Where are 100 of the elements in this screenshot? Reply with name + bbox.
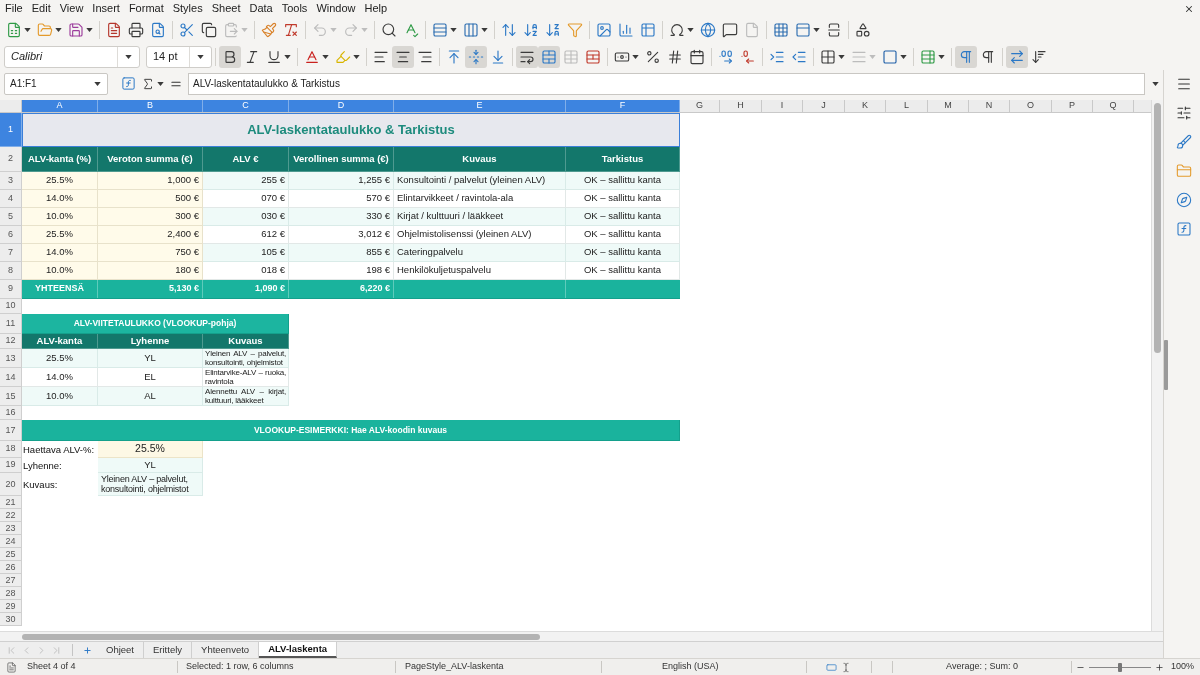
menu-item[interactable]: Insert <box>92 0 120 17</box>
window-icon <box>795 22 811 38</box>
row-number[interactable]: 6 <box>0 226 22 244</box>
clear-formatting-icon <box>283 22 299 38</box>
horizontal-scrollbar[interactable] <box>0 631 1163 641</box>
text-direction-button[interactable] <box>1006 45 1028 68</box>
menu-item[interactable]: Format <box>128 0 164 17</box>
merge-cells-button[interactable] <box>538 45 560 68</box>
row-number[interactable]: 15 <box>0 387 22 407</box>
add-decimal-icon <box>718 48 734 65</box>
scrollbar-thumb[interactable] <box>1154 103 1161 353</box>
row-number[interactable]: 24 <box>0 535 22 549</box>
sheet-tab[interactable]: ALV-laskenta <box>259 642 338 658</box>
table-cell: Alennettu ALV – kirjat, kulttuuri, lääkkeet <box>203 387 289 407</box>
menu-item[interactable]: Sheet <box>211 0 241 17</box>
menu-item[interactable]: Edit <box>31 0 51 17</box>
row-number[interactable]: 3 <box>0 172 22 190</box>
row-number[interactable]: 5 <box>0 208 22 226</box>
column-header[interactable]: D <box>289 100 394 112</box>
properties-icon[interactable] <box>1176 105 1192 121</box>
table-cell: 14.0% <box>22 190 98 208</box>
row-number[interactable]: 7 <box>0 244 22 262</box>
zoom-in-icon[interactable] <box>1155 662 1164 672</box>
row-number[interactable]: 22 <box>0 509 22 523</box>
row-number[interactable]: 10 <box>0 299 22 314</box>
column-header[interactable]: H <box>720 100 762 112</box>
column-header[interactable]: I <box>762 100 803 112</box>
row-number[interactable]: 4 <box>0 190 22 208</box>
row-number[interactable]: 1 <box>0 113 22 147</box>
formula-input[interactable]: ALV-laskentataulukko & Tarkistus <box>188 72 1145 95</box>
column-header[interactable]: J <box>803 100 845 112</box>
row-number[interactable]: 23 <box>0 522 22 536</box>
document-icon[interactable] <box>5 661 17 673</box>
caret-icon <box>938 54 945 59</box>
row-number[interactable]: 18 <box>0 441 22 458</box>
row-number[interactable]: 19 <box>0 458 22 474</box>
column-header[interactable]: Q <box>1093 100 1134 112</box>
column-header[interactable]: P <box>1052 100 1093 112</box>
menu-item[interactable]: Help <box>364 0 388 17</box>
slider-thumb[interactable] <box>1118 662 1122 672</box>
row-number[interactable]: 27 <box>0 574 22 588</box>
value-cell: 25.5% <box>98 441 203 458</box>
sidebar-handle[interactable] <box>1164 340 1168 390</box>
row-number[interactable]: 11 <box>0 314 22 334</box>
scrollbar-thumb[interactable] <box>22 633 540 640</box>
column-header[interactable]: E <box>394 100 566 112</box>
column-header[interactable]: B <box>98 100 203 112</box>
row-number[interactable]: 13 <box>0 349 22 369</box>
sum-button[interactable] <box>141 76 164 91</box>
zoom-slider[interactable] <box>1089 662 1151 672</box>
function-icon[interactable] <box>121 76 136 91</box>
rectangle-icon[interactable] <box>825 661 838 673</box>
close-icon[interactable] <box>1184 3 1194 14</box>
column-header[interactable]: K <box>845 100 886 112</box>
column-header[interactable]: L <box>886 100 928 112</box>
row-number[interactable]: 12 <box>0 334 22 350</box>
row-number[interactable]: 25 <box>0 548 22 562</box>
menu-item[interactable]: View <box>59 0 84 17</box>
menu-item[interactable]: Styles <box>172 0 203 17</box>
menu-item[interactable]: File <box>5 0 23 17</box>
row-number[interactable]: 26 <box>0 561 22 575</box>
row-number[interactable]: 17 <box>0 420 22 442</box>
align-center-button[interactable] <box>392 45 414 68</box>
row-number[interactable]: 20 <box>0 473 22 497</box>
row-number[interactable]: 29 <box>0 600 22 614</box>
row-number[interactable]: 2 <box>0 147 22 172</box>
left-to-right-button[interactable] <box>955 45 977 68</box>
caret-icon <box>197 54 204 59</box>
row-number[interactable]: 14 <box>0 368 22 388</box>
menu-icon[interactable] <box>1176 76 1192 92</box>
menu-item[interactable]: Tools <box>281 0 308 17</box>
section-title: VLOOKUP-ESIMERKKI: Hae ALV-koodin kuvaus <box>22 420 680 442</box>
column-header[interactable]: C <box>203 100 289 112</box>
row-number[interactable]: 8 <box>0 262 22 280</box>
name-box[interactable]: A1:F1 <box>4 72 108 95</box>
font-size-field[interactable]: 14 pt <box>146 45 212 68</box>
font-name-field[interactable]: Calibri <box>4 45 140 68</box>
brush-icon[interactable] <box>1176 134 1192 150</box>
row-number[interactable]: 9 <box>0 280 22 299</box>
row-number[interactable]: 16 <box>0 406 22 421</box>
compass-icon[interactable] <box>1176 192 1192 208</box>
column-header[interactable]: G <box>680 100 720 112</box>
swap-arrows-icon <box>1009 48 1025 65</box>
function-icon[interactable] <box>1176 221 1192 237</box>
column-header[interactable]: M <box>928 100 969 112</box>
column-header[interactable]: N <box>969 100 1010 112</box>
row-number[interactable]: 28 <box>0 587 22 601</box>
row-number[interactable]: 30 <box>0 613 22 627</box>
column-header[interactable]: O <box>1010 100 1052 112</box>
column-header[interactable]: F <box>566 100 680 112</box>
text-cursor-icon[interactable] <box>841 661 851 673</box>
wrap-text-button[interactable] <box>516 45 538 68</box>
vertical-scrollbar[interactable] <box>1151 100 1163 631</box>
row-number[interactable]: 21 <box>0 496 22 510</box>
align-middle-button[interactable] <box>465 45 487 68</box>
menu-item[interactable]: Data <box>249 0 273 17</box>
italic-icon <box>244 48 260 65</box>
bold-button[interactable] <box>219 45 241 68</box>
menu-item[interactable]: Window <box>316 0 356 17</box>
column-header[interactable]: A <box>22 100 98 112</box>
